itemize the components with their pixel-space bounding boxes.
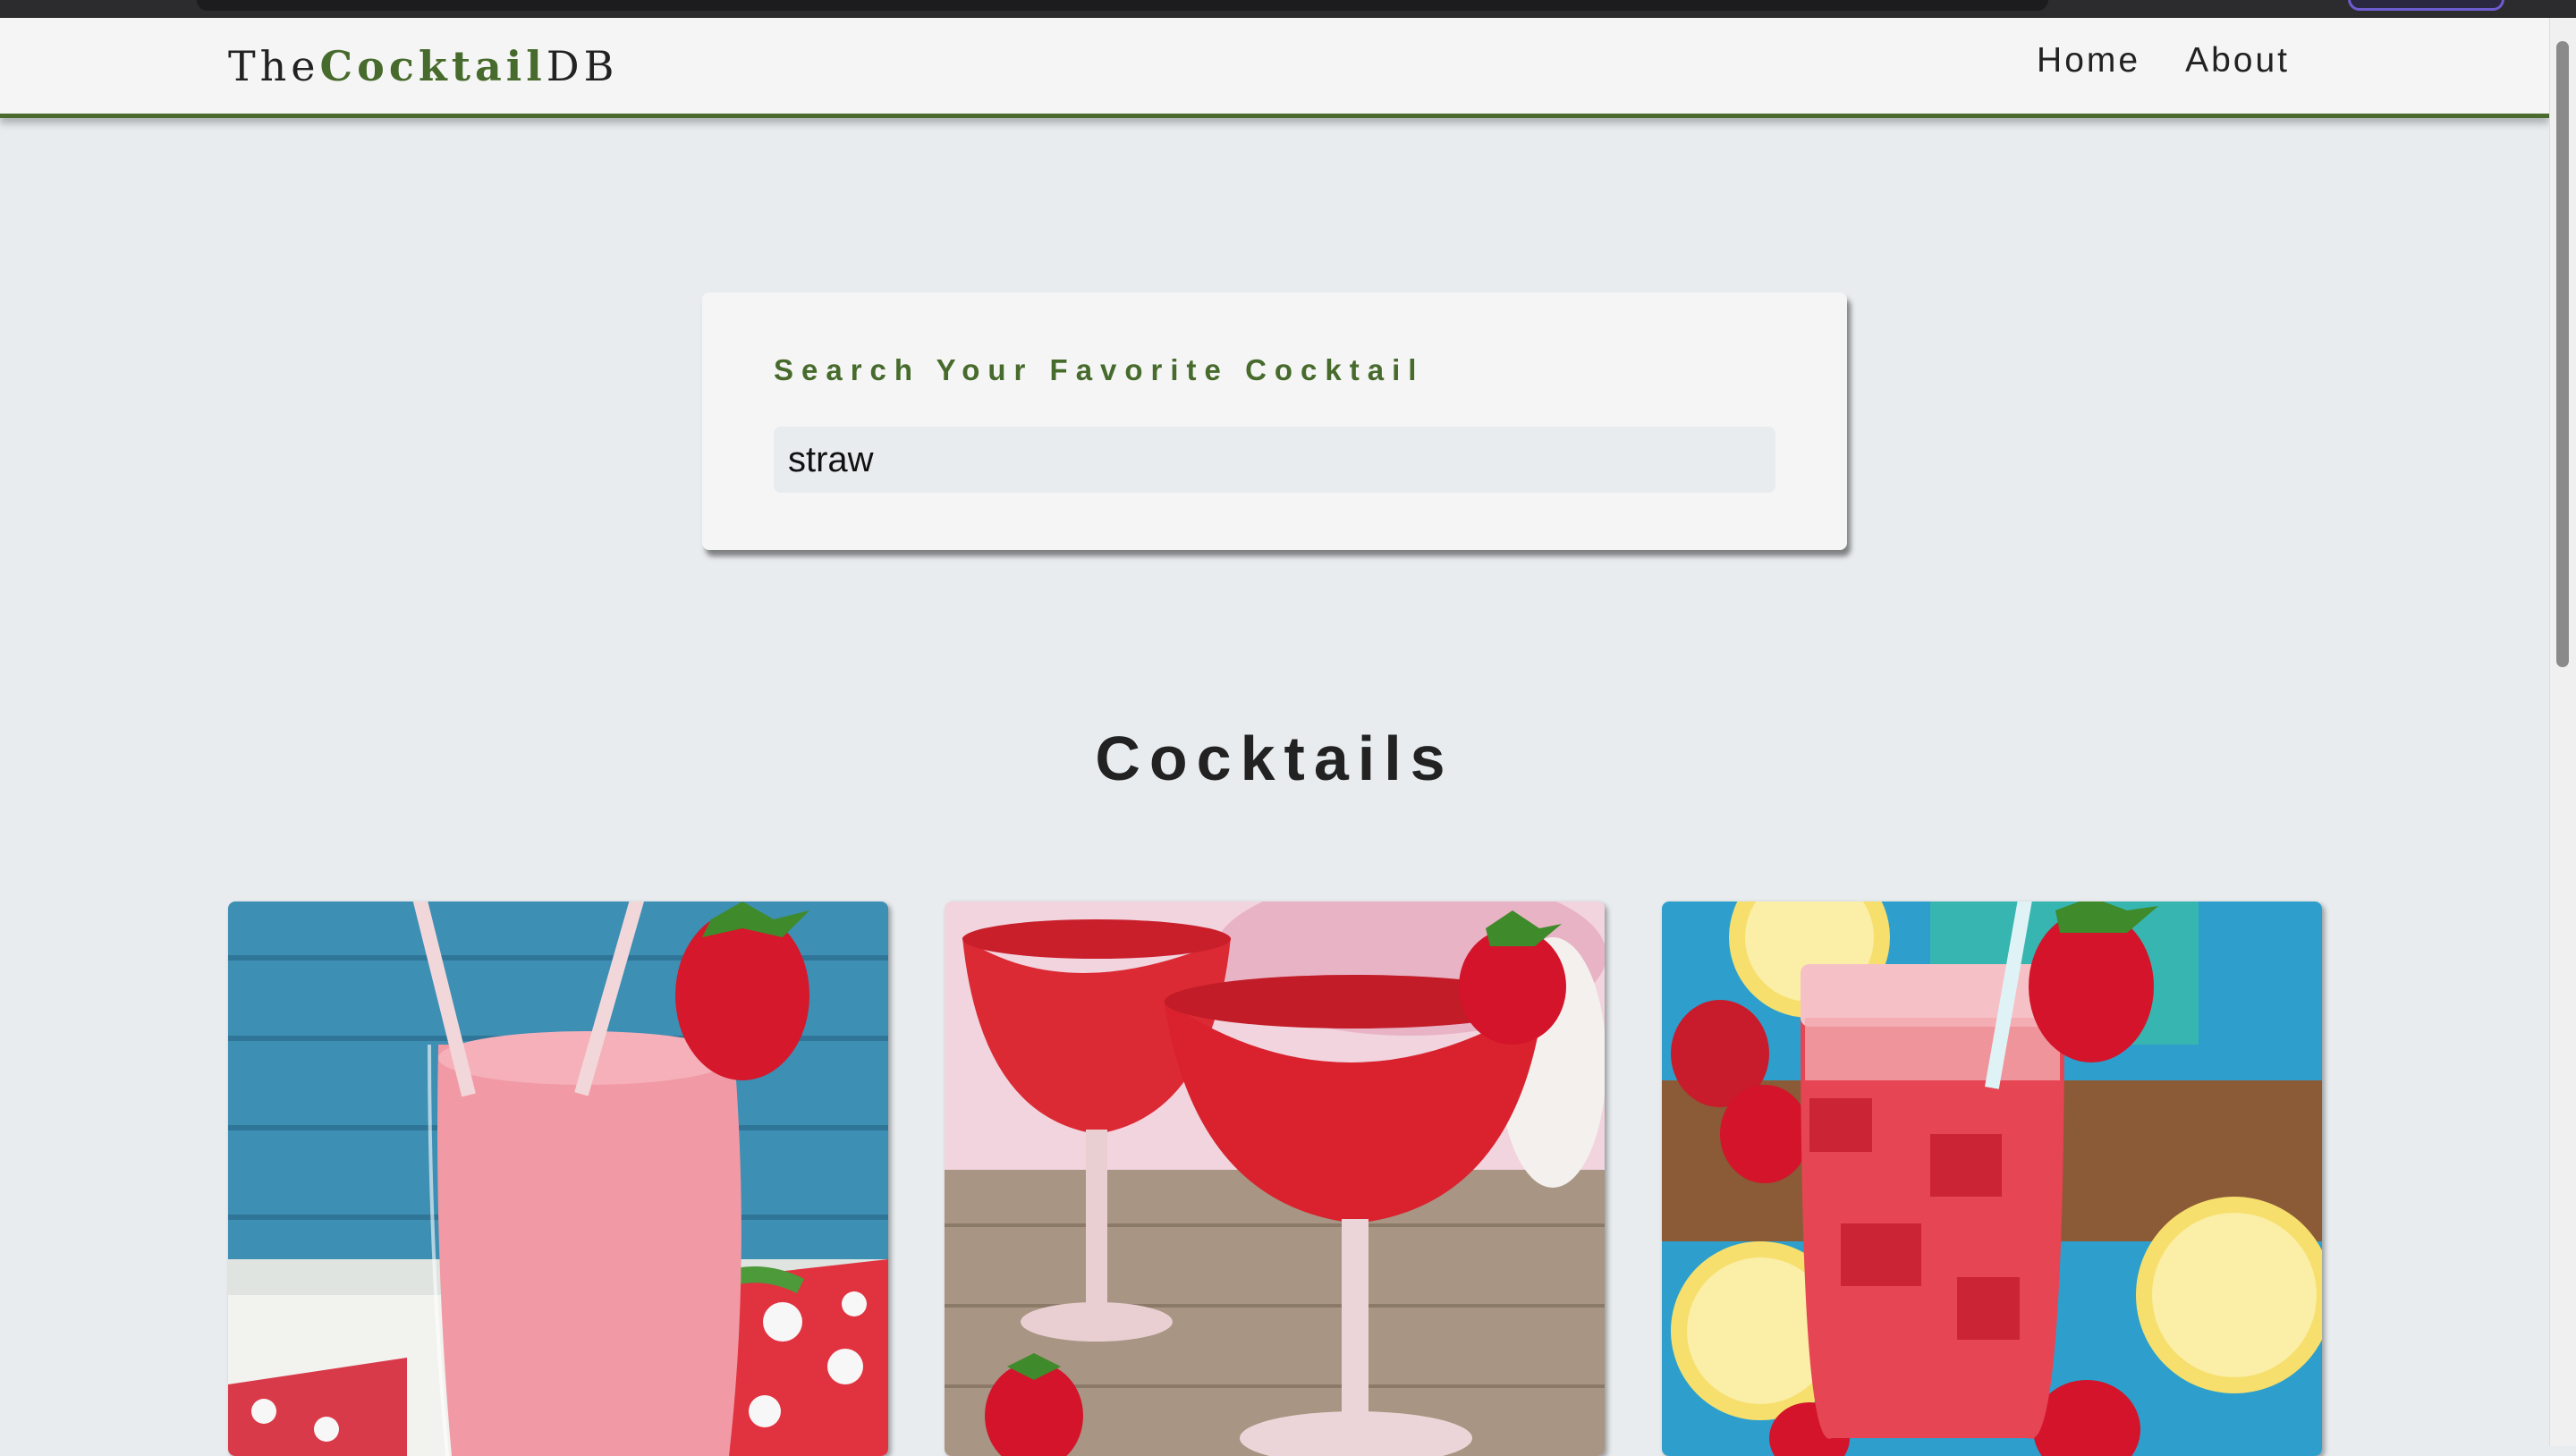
- strawberry-smoothie-image: [228, 902, 888, 1456]
- scrollbar-thumb[interactable]: [2556, 41, 2569, 667]
- strawberry-lemonade-image: [1662, 902, 2322, 1456]
- navbar: The Cocktail DB Home About: [0, 18, 2549, 118]
- site-logo[interactable]: The Cocktail DB: [228, 23, 618, 109]
- nav-about-link[interactable]: About: [2185, 41, 2290, 80]
- page-scrollbar[interactable]: [2549, 18, 2576, 1446]
- cocktail-card-3[interactable]: [1662, 902, 2322, 1456]
- browser-notch: [197, 0, 2048, 11]
- nav-home-link[interactable]: Home: [2037, 41, 2140, 80]
- strawberry-daiquiri-image: [945, 902, 1605, 1456]
- logo-prefix: The: [228, 42, 320, 90]
- search-form: Search Your Favorite Cocktail: [702, 292, 1847, 550]
- search-input[interactable]: [774, 427, 1775, 493]
- cocktail-card-2[interactable]: [945, 902, 1605, 1456]
- section-title: Cocktails: [1095, 724, 1454, 793]
- cocktail-card-1[interactable]: [228, 902, 888, 1456]
- nav-links: Home About: [2037, 41, 2290, 80]
- logo-accent: Cocktail: [319, 42, 547, 90]
- logo-suffix: DB: [546, 42, 619, 90]
- browser-extension-pill[interactable]: [2348, 0, 2504, 11]
- browser-top-strip: [0, 0, 2576, 18]
- search-label: Search Your Favorite Cocktail: [774, 353, 1425, 386]
